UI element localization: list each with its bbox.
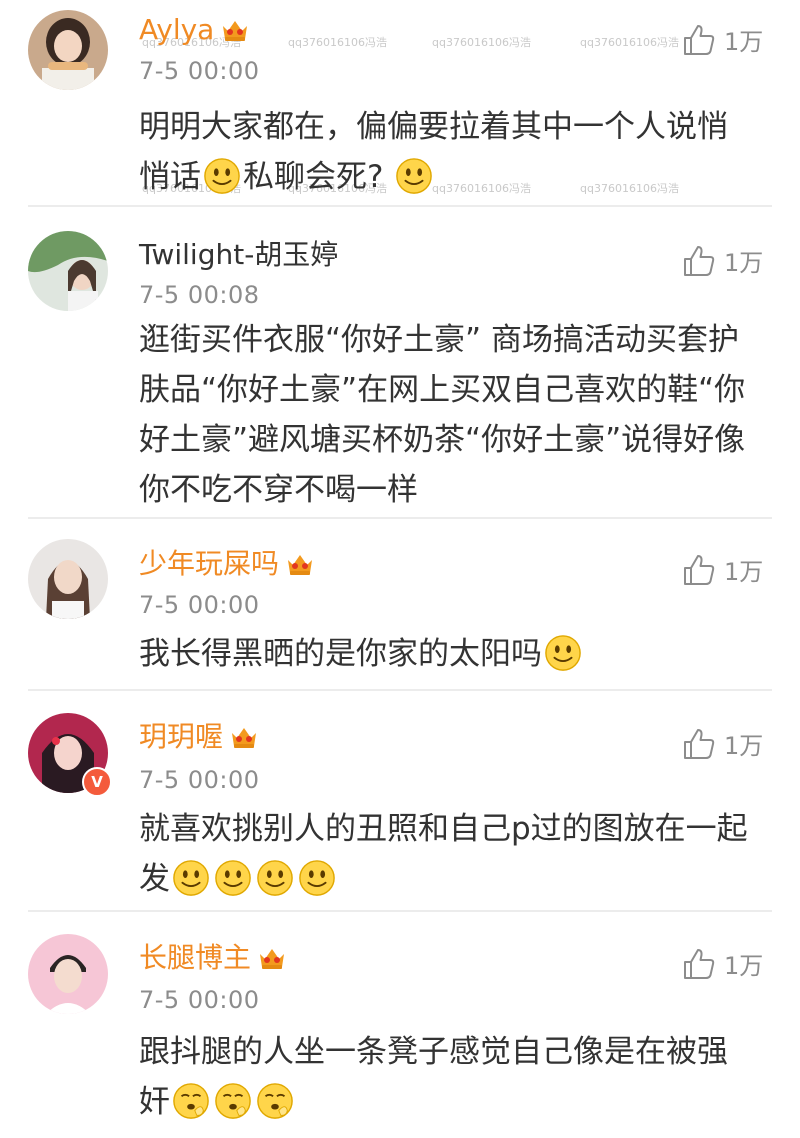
timestamp: 7-5 00:00 bbox=[139, 766, 260, 794]
thumb-up-icon bbox=[682, 553, 716, 587]
username[interactable]: 玥玥喔 bbox=[139, 719, 259, 755]
avatar-girl-eating-icon bbox=[28, 10, 108, 90]
avatar[interactable] bbox=[28, 539, 108, 619]
avatar[interactable] bbox=[28, 934, 108, 1014]
crown-badge-icon bbox=[257, 945, 287, 971]
shy-emoji-icon bbox=[172, 1082, 210, 1120]
thumb-up-icon bbox=[682, 727, 716, 761]
comment-text: 跟抖腿的人坐一条凳子感觉自己像是在被强 奸 bbox=[139, 1034, 728, 1120]
shy-emoji-icon bbox=[214, 1082, 252, 1120]
username[interactable]: 长腿博主 bbox=[139, 940, 287, 976]
thumb-up-icon bbox=[682, 244, 716, 278]
crown-badge-icon bbox=[229, 724, 259, 750]
avatar-girl-plants-icon bbox=[28, 231, 108, 311]
timestamp: 7-5 00:08 bbox=[139, 281, 260, 309]
like-button[interactable]: 1万 bbox=[682, 946, 763, 981]
like-button[interactable]: 1万 bbox=[682, 243, 763, 278]
comment-text: 逛街买件衣服“你好土豪” 商场搞活动买套护 肤品“你好土豪”在网上买双自己喜欢的… bbox=[139, 322, 746, 508]
comment-text: 明明大家都在，偏偏要拉着其中一个人说悄 悄话 私聊会死? bbox=[139, 109, 728, 195]
like-button[interactable]: 1万 bbox=[682, 726, 763, 761]
username[interactable]: 少年玩屎吗 bbox=[139, 546, 315, 582]
comment-item: 长腿博主 1万 7-5 00:00 跟抖腿的人坐一条凳子感觉自己像是在被强 奸 bbox=[0, 912, 800, 1138]
comment-item: 少年玩屎吗 1万 7-5 00:00 我长得黑晒的是你家的太阳吗 bbox=[0, 519, 800, 689]
smile-emoji-icon bbox=[203, 157, 241, 195]
like-button[interactable]: 1万 bbox=[682, 552, 763, 587]
like-count: 1万 bbox=[724, 558, 764, 586]
comment-text: 就喜欢挑别人的丑照和自己p过的图放在一起 发 bbox=[139, 811, 748, 897]
comment-item: Aylya 1万 7-5 00:00 明明大家都在，偏偏要拉着其中一个人说悄 悄… bbox=[0, 0, 800, 205]
smile-emoji-icon bbox=[214, 859, 252, 897]
thumb-up-icon bbox=[682, 947, 716, 981]
shy-emoji-icon bbox=[256, 1082, 294, 1120]
like-count: 1万 bbox=[724, 28, 764, 56]
like-button[interactable]: 1万 bbox=[682, 22, 763, 57]
avatar[interactable] bbox=[28, 231, 108, 311]
thumb-up-icon bbox=[682, 23, 716, 57]
crown-badge-icon bbox=[285, 551, 315, 577]
like-count: 1万 bbox=[724, 732, 764, 760]
timestamp: 7-5 00:00 bbox=[139, 986, 260, 1014]
verified-badge: V bbox=[82, 767, 112, 797]
comment-item: Twilight-胡玉婷 1万 7-5 00:08 逛街买件衣服“你好土豪” 商… bbox=[0, 207, 800, 517]
timestamp: 7-5 00:00 bbox=[139, 57, 260, 85]
timestamp: 7-5 00:00 bbox=[139, 591, 260, 619]
comment-text: 我长得黑晒的是你家的太阳吗 bbox=[139, 629, 774, 679]
avatar-boy-pink-icon bbox=[28, 934, 108, 1014]
smile-emoji-icon bbox=[172, 859, 210, 897]
username[interactable]: Twilight-胡玉婷 bbox=[139, 237, 338, 273]
smile-emoji-icon bbox=[544, 634, 582, 672]
like-count: 1万 bbox=[724, 952, 764, 980]
smile-emoji-icon bbox=[298, 859, 336, 897]
smile-emoji-icon bbox=[395, 157, 433, 195]
smile-emoji-icon bbox=[256, 859, 294, 897]
crown-badge-icon bbox=[220, 17, 250, 43]
avatar[interactable] bbox=[28, 10, 108, 90]
like-count: 1万 bbox=[724, 249, 764, 277]
username[interactable]: Aylya bbox=[139, 12, 250, 48]
avatar-girl-portrait-icon bbox=[28, 539, 108, 619]
comment-item: V 玥玥喔 1万 7-5 00:00 就喜欢挑别人的丑照和自己p过的图放在一起 … bbox=[0, 691, 800, 910]
